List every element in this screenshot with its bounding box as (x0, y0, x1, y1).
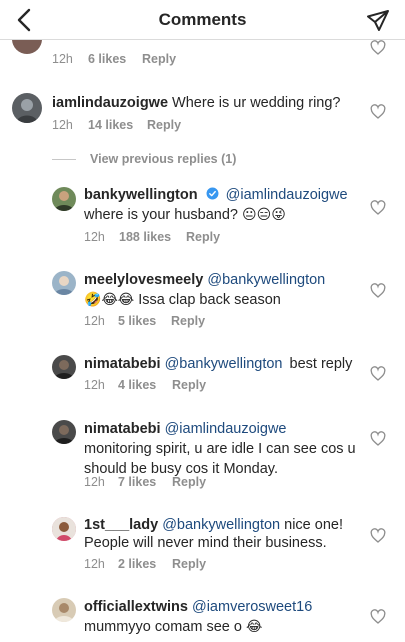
comment-text: Issa clap back season (138, 292, 281, 308)
likes-count[interactable]: 7 likes (118, 475, 172, 489)
comment-username[interactable]: meelylovesmeely (84, 272, 203, 288)
comment-text: best reply (289, 356, 353, 372)
comment-meta: 12h 2 likes Reply (84, 557, 206, 571)
heart-icon[interactable] (370, 431, 386, 447)
comment-text: mummyyo comam see o (84, 619, 242, 635)
comment-time: 12h (84, 557, 105, 571)
emoji: 😑 (256, 206, 272, 222)
comment-meta: 12h 4 likes Reply (84, 378, 206, 392)
comment-username[interactable]: nimatabebi (84, 421, 161, 437)
emoji: 😂 (117, 291, 135, 307)
emoji: 😂 (101, 291, 118, 307)
comment-username[interactable]: 1st___lady (84, 517, 158, 533)
heart-icon[interactable] (370, 609, 386, 625)
avatar[interactable] (52, 598, 76, 622)
page-title: Comments (158, 10, 247, 29)
heart-icon[interactable] (370, 104, 386, 120)
comment-meta: 12h 7 likes Reply (84, 475, 206, 489)
likes-count[interactable]: 4 likes (118, 378, 172, 392)
comment-username[interactable]: officiallextwins (84, 599, 188, 615)
comment-mention[interactable]: @bankywellington (207, 272, 325, 288)
avatar[interactable] (52, 187, 76, 211)
comment-meta: 12h 14 likes Reply (52, 118, 181, 132)
likes-count[interactable]: 2 likes (118, 557, 172, 571)
avatar[interactable] (52, 517, 76, 541)
comment-time: 12h (84, 314, 105, 328)
heart-icon[interactable] (370, 366, 386, 382)
avatar[interactable] (52, 420, 76, 444)
comment-mention[interactable]: @iamlindauzoigwe (165, 421, 287, 437)
comment-text: where is your husband? (84, 207, 238, 223)
comment-time: 12h (52, 52, 73, 66)
comment-text: monitoring spirit, u are idle I can see … (84, 441, 356, 457)
reply-button[interactable]: Reply (172, 557, 206, 571)
share-button[interactable] (365, 8, 391, 34)
comment-time: 12h (52, 118, 73, 132)
verified-badge-icon (206, 187, 219, 200)
comment-meta: 12h 6 likes Reply (52, 52, 176, 66)
comment-meta: 12h 188 likes Reply (84, 230, 220, 244)
comment-username[interactable]: iamlindauzoigwe (52, 95, 168, 111)
paper-plane-icon (367, 10, 389, 31)
reply-button[interactable]: Reply (147, 118, 181, 132)
heart-icon[interactable] (370, 528, 386, 544)
emoji: 😂 (245, 618, 263, 634)
emoji: 🤣 (84, 291, 102, 307)
reply-button[interactable]: Reply (186, 230, 220, 244)
emoji: 😜 (271, 206, 286, 222)
view-previous-label: View previous replies (1) (90, 152, 237, 166)
comment-time: 12h (84, 378, 105, 392)
reply-button[interactable]: Reply (172, 378, 206, 392)
heart-icon[interactable] (370, 283, 386, 299)
comment-meta: 12h 5 likes Reply (84, 314, 205, 328)
reply-button[interactable]: Reply (172, 475, 206, 489)
reply-button[interactable]: Reply (142, 52, 176, 66)
view-previous-replies[interactable]: View previous replies (1) (52, 152, 236, 166)
comment-text: Where is ur wedding ring? (172, 95, 341, 111)
comment-time: 12h (84, 230, 105, 244)
comment-mention[interactable]: @bankywellington (162, 517, 280, 533)
likes-count[interactable]: 6 likes (88, 52, 142, 66)
avatar[interactable] (12, 93, 42, 123)
comment-text: nice one! (284, 517, 343, 533)
divider (52, 158, 76, 160)
heart-icon[interactable] (370, 200, 386, 216)
comment-mention[interactable]: @bankywellington (165, 356, 283, 372)
heart-icon[interactable] (370, 40, 386, 56)
comment-text: People will never mind their business. (84, 535, 327, 551)
emoji: 😐 (242, 206, 257, 222)
comment-time: 12h (84, 475, 105, 489)
comment-mention[interactable]: @iamverosweet16 (192, 599, 312, 615)
comment-username[interactable]: nimatabebi (84, 356, 161, 372)
avatar[interactable] (52, 355, 76, 379)
likes-count[interactable]: 5 likes (118, 314, 171, 328)
comments-header: Comments (0, 0, 405, 40)
comment-username[interactable]: bankywellington (84, 187, 198, 203)
avatar[interactable] (52, 271, 76, 295)
comment-mention[interactable]: @iamlindauzoigwe (226, 187, 348, 203)
likes-count[interactable]: 14 likes (88, 118, 147, 132)
reply-button[interactable]: Reply (171, 314, 205, 328)
likes-count[interactable]: 188 likes (119, 230, 186, 244)
